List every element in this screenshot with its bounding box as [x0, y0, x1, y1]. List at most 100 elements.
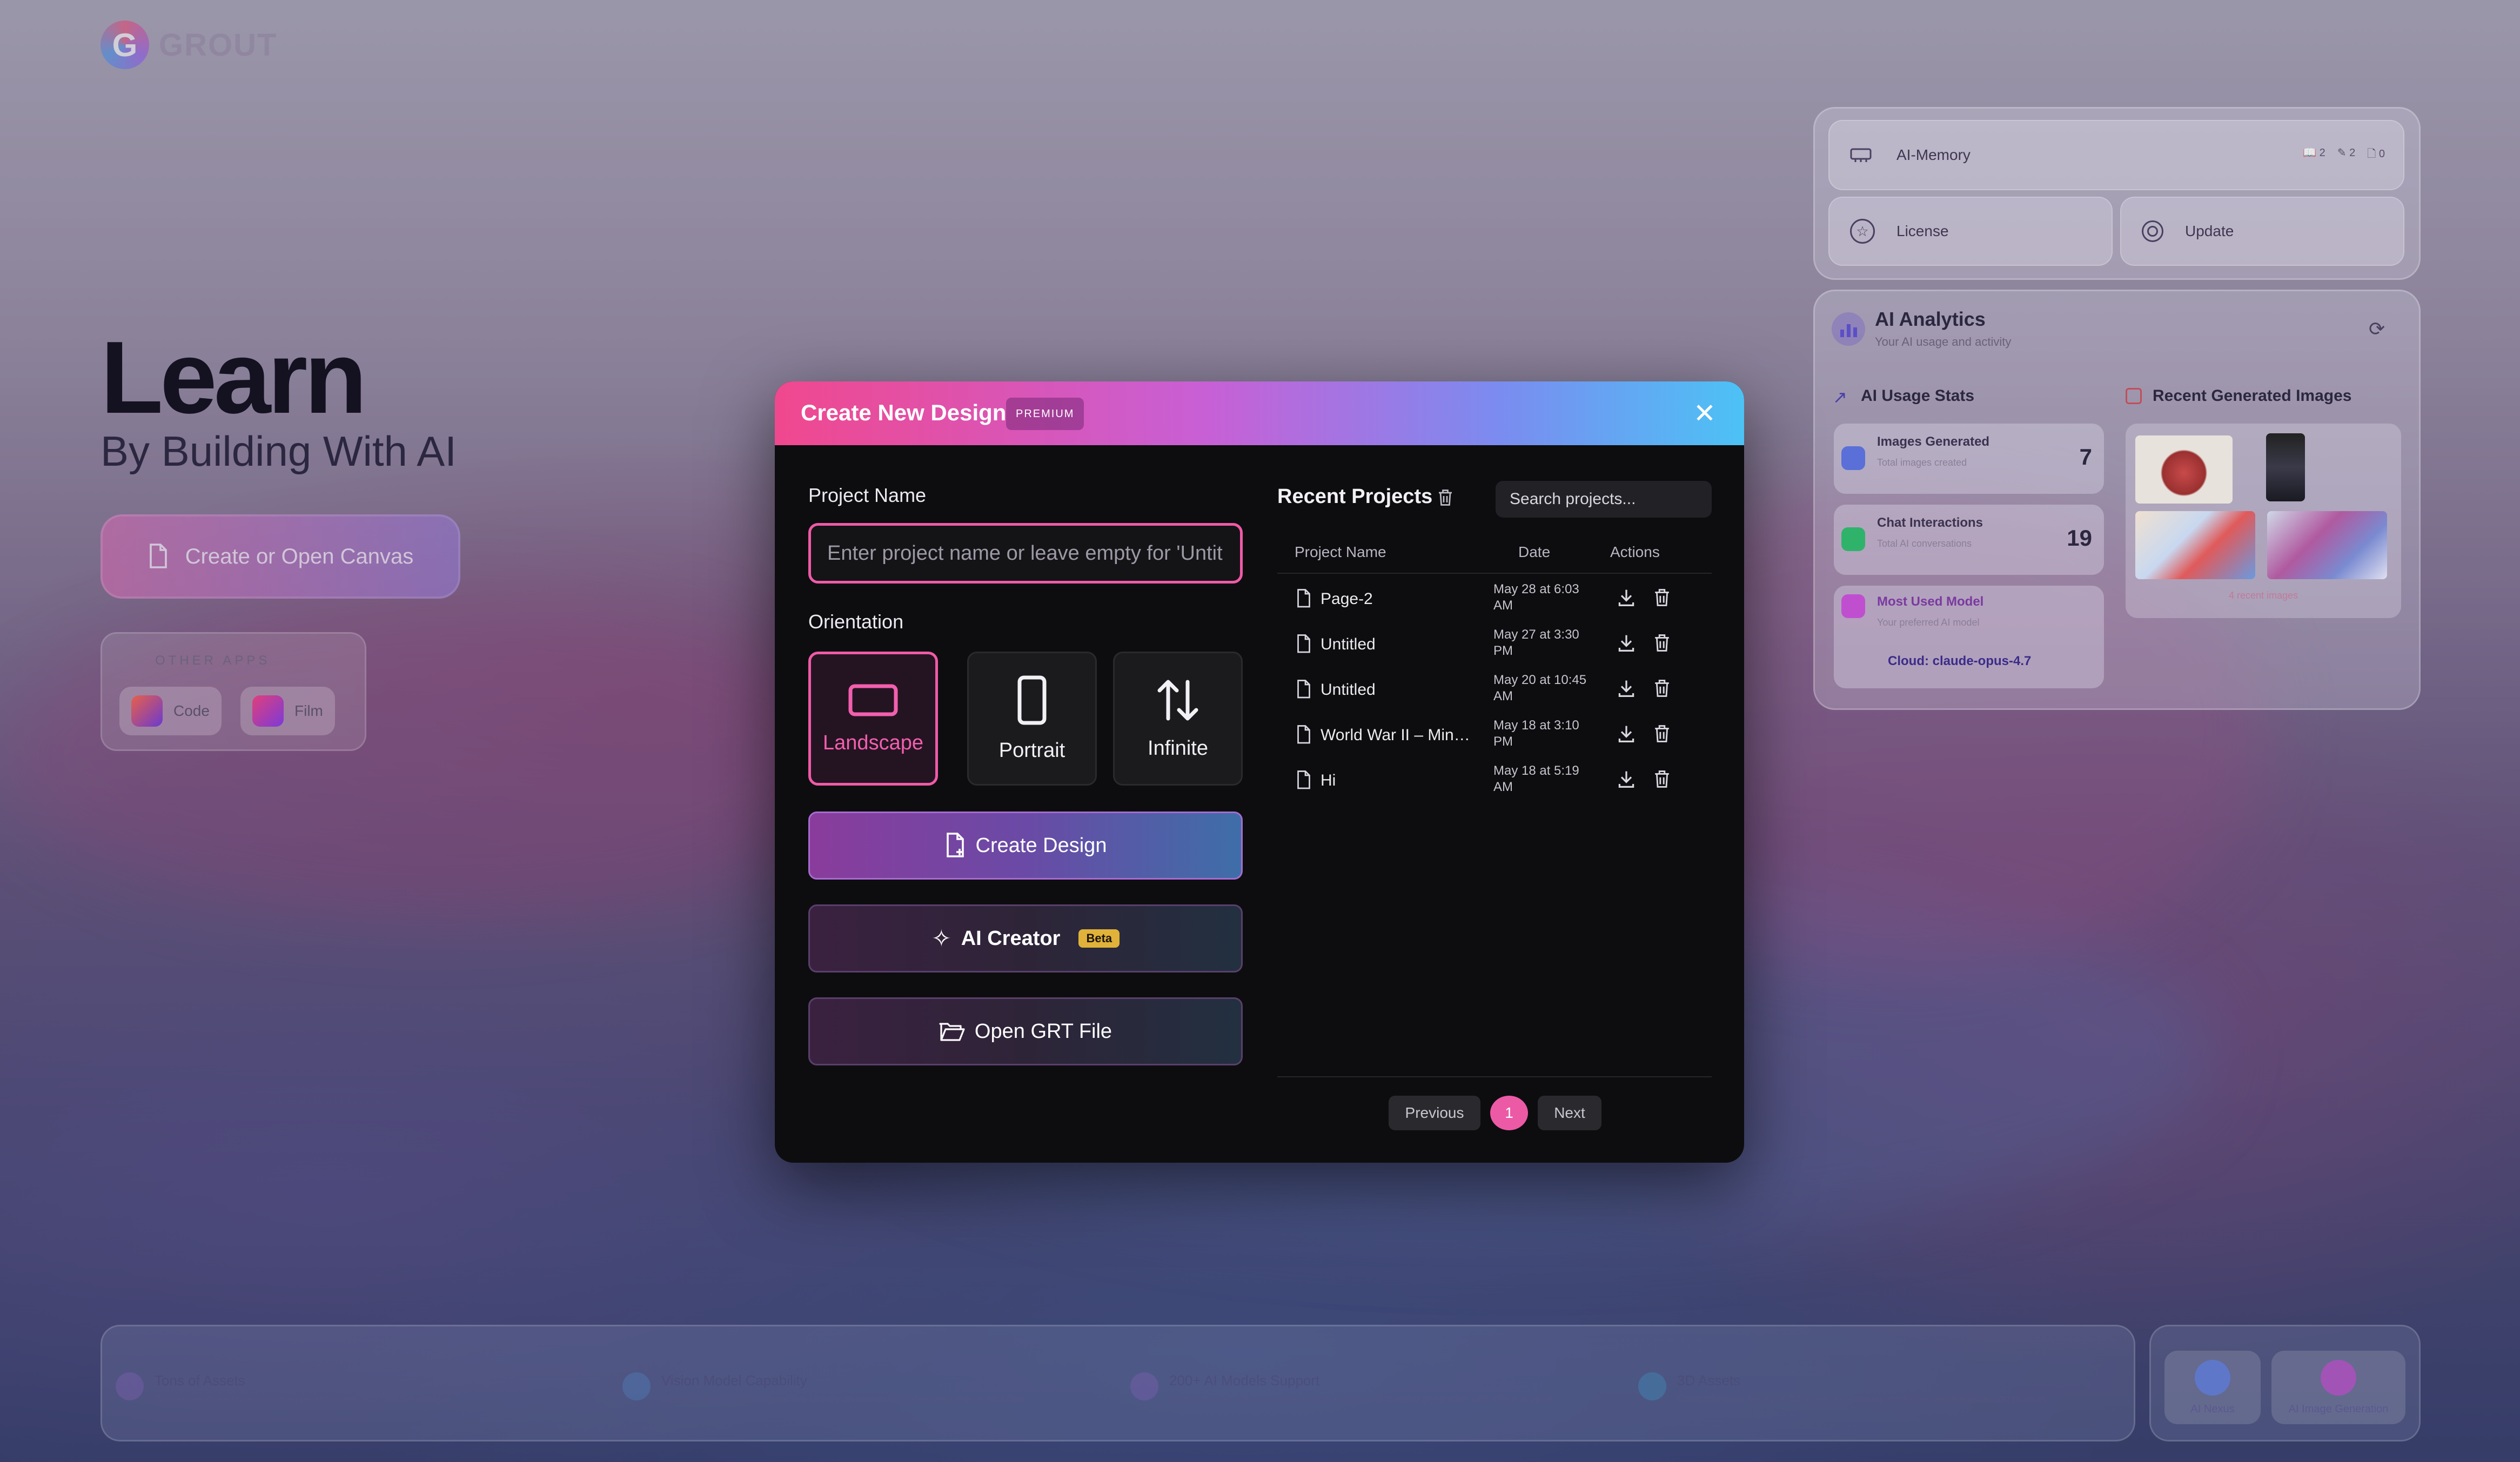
memory-counts: 📖 2 ✎ 2 🗋 0 — [2303, 146, 2385, 164]
project-name: Page-2 — [1321, 590, 1373, 608]
feature-desc: Thousands of assets for stunning present… — [155, 1393, 451, 1404]
license-star-icon: ☆ — [1850, 219, 1875, 244]
stat-desc: Total images created — [1877, 457, 1967, 468]
create-design-button[interactable]: Create Design — [808, 812, 1243, 880]
file-icon — [1297, 634, 1310, 653]
download-icon[interactable] — [1617, 769, 1636, 789]
download-icon[interactable] — [1617, 633, 1636, 653]
generated-image-thumb — [2267, 511, 2387, 579]
sparkle-icon — [1130, 1372, 1158, 1400]
up-down-arrows-icon — [1157, 680, 1198, 720]
download-icon[interactable] — [1617, 588, 1636, 607]
folder-open-icon — [939, 1023, 965, 1041]
analytics-title: AI Analytics — [1875, 308, 1986, 330]
open-grt-file-label: Open GRT File — [974, 1020, 1112, 1043]
ai-memory-button[interactable]: AI-Memory 📖 2 ✎ 2 🗋 0 — [1828, 120, 2404, 190]
stat-images-generated: Images Generated Total images created 7 — [1834, 424, 2104, 494]
pagination-divider — [1277, 1076, 1712, 1077]
license-label: License — [1896, 223, 1949, 239]
project-name: Hi — [1321, 772, 1336, 789]
file-plus-icon — [946, 833, 964, 857]
delete-icon[interactable] — [1653, 679, 1671, 698]
book-count: 📖 2 — [2303, 147, 2325, 159]
stat-chat-interactions: Chat Interactions Total AI conversations… — [1834, 505, 2104, 575]
app-film-label: Film — [294, 702, 323, 719]
feature-title: 3D Assets — [1677, 1372, 1741, 1389]
search-projects-input[interactable] — [1496, 481, 1712, 518]
landscape-icon — [848, 684, 898, 716]
delete-icon[interactable] — [1653, 633, 1671, 653]
create-open-canvas-label: Create or Open Canvas — [185, 544, 414, 568]
project-date: May 28 at 6:03 AM — [1493, 582, 1579, 613]
download-icon[interactable] — [1617, 724, 1636, 743]
open-grt-file-button[interactable]: Open GRT File — [808, 997, 1243, 1065]
file-plus-icon — [149, 544, 167, 568]
usage-stats-title: AI Usage Stats — [1861, 387, 1975, 405]
stat-desc: Your preferred AI model — [1877, 617, 1980, 628]
trash-icon[interactable] — [1437, 488, 1453, 507]
orientation-portrait[interactable]: Portrait — [967, 652, 1097, 786]
orientation-landscape[interactable]: Landscape — [808, 652, 938, 786]
file-icon — [1297, 725, 1310, 744]
other-apps-panel: OTHER APPS Code Film — [100, 632, 366, 751]
modal-header: Create New Design PREMIUM ✕ — [775, 381, 1744, 445]
update-button[interactable]: Update — [2120, 197, 2404, 266]
app-code-button[interactable]: Code — [119, 687, 222, 735]
table-row[interactable]: World War II – Mind Map May 18 at 3:10 P… — [1277, 713, 1712, 759]
delete-icon[interactable] — [1653, 769, 1671, 789]
app-film-button[interactable]: Film — [240, 687, 335, 735]
analytics-chart-icon — [1832, 312, 1865, 346]
feature-title: Tons of Assets — [155, 1372, 245, 1389]
update-target-icon — [2142, 220, 2163, 242]
ai-memory-label: AI-Memory — [1896, 146, 1971, 163]
table-row[interactable]: Page-2 May 28 at 6:03 AM — [1277, 577, 1712, 622]
feature-item: Tons of Assets Thousands of assets for st… — [116, 1372, 451, 1405]
license-button[interactable]: ☆ License — [1828, 197, 2113, 266]
dock-ai-image-generation-button[interactable]: AI Image Generation — [2271, 1351, 2405, 1424]
create-design-modal: Create New Design PREMIUM ✕ Project Name… — [775, 381, 1744, 1163]
create-design-label: Create Design — [975, 834, 1107, 857]
recent-images-caption: 4 recent images — [2228, 590, 2298, 601]
assets-icon — [116, 1372, 144, 1400]
table-row[interactable]: Hi May 18 at 5:19 AM — [1277, 759, 1712, 804]
table-row[interactable]: Untitled May 27 at 3:30 PM — [1277, 622, 1712, 668]
code-app-icon — [131, 695, 163, 727]
feature-title: Vision Model Capability — [661, 1372, 807, 1389]
memory-chip-icon — [1850, 148, 1872, 162]
ai-nexus-icon — [2195, 1359, 2230, 1396]
refresh-icon[interactable]: ⟳ — [2369, 318, 2385, 340]
project-name: Untitled — [1321, 681, 1376, 699]
delete-icon[interactable] — [1653, 724, 1671, 743]
orientation-label-portrait: Portrait — [998, 739, 1065, 762]
column-date: Date — [1518, 544, 1551, 560]
stat-name: Images Generated — [1877, 434, 1990, 449]
orientation-infinite[interactable]: Infinite — [1113, 652, 1243, 786]
next-page-button[interactable]: Next — [1538, 1096, 1601, 1130]
project-date: May 18 at 5:19 AM — [1493, 763, 1579, 794]
dock-ai-nexus-button[interactable]: AI Nexus — [2164, 1351, 2261, 1424]
dock-label: AI Nexus — [2190, 1403, 2235, 1415]
generated-image-thumb — [2135, 435, 2233, 504]
table-row[interactable]: Untitled May 20 at 10:45 AM — [1277, 668, 1712, 713]
page-1-button[interactable]: 1 — [1490, 1096, 1528, 1130]
chat-stat-icon — [1841, 527, 1865, 551]
orientation-label: Orientation — [808, 611, 904, 633]
feature-desc: Powerful vision model capabilities direc… — [661, 1393, 1024, 1404]
analytics-subtitle: Your AI usage and activity — [1875, 335, 2012, 348]
stat-name: Chat Interactions — [1877, 515, 1983, 530]
orientation-label-infinite: Infinite — [1148, 736, 1208, 760]
delete-icon[interactable] — [1653, 588, 1671, 607]
image-gallery-icon — [2126, 388, 2142, 404]
file-icon — [1297, 589, 1310, 608]
project-name-input[interactable] — [808, 523, 1243, 584]
download-icon[interactable] — [1617, 679, 1636, 698]
create-open-canvas-button[interactable]: Create or Open Canvas — [100, 514, 460, 599]
model-stat-icon — [1841, 594, 1865, 618]
orientation-label-landscape: Landscape — [823, 731, 923, 754]
previous-page-button[interactable]: Previous — [1389, 1096, 1480, 1130]
brand-name: GROUT — [159, 27, 278, 63]
ai-creator-button[interactable]: ✧ AI Creator Beta — [808, 904, 1243, 973]
update-label: Update — [2185, 223, 2234, 239]
project-date: May 20 at 10:45 AM — [1493, 673, 1587, 703]
close-icon[interactable]: ✕ — [1691, 400, 1718, 427]
